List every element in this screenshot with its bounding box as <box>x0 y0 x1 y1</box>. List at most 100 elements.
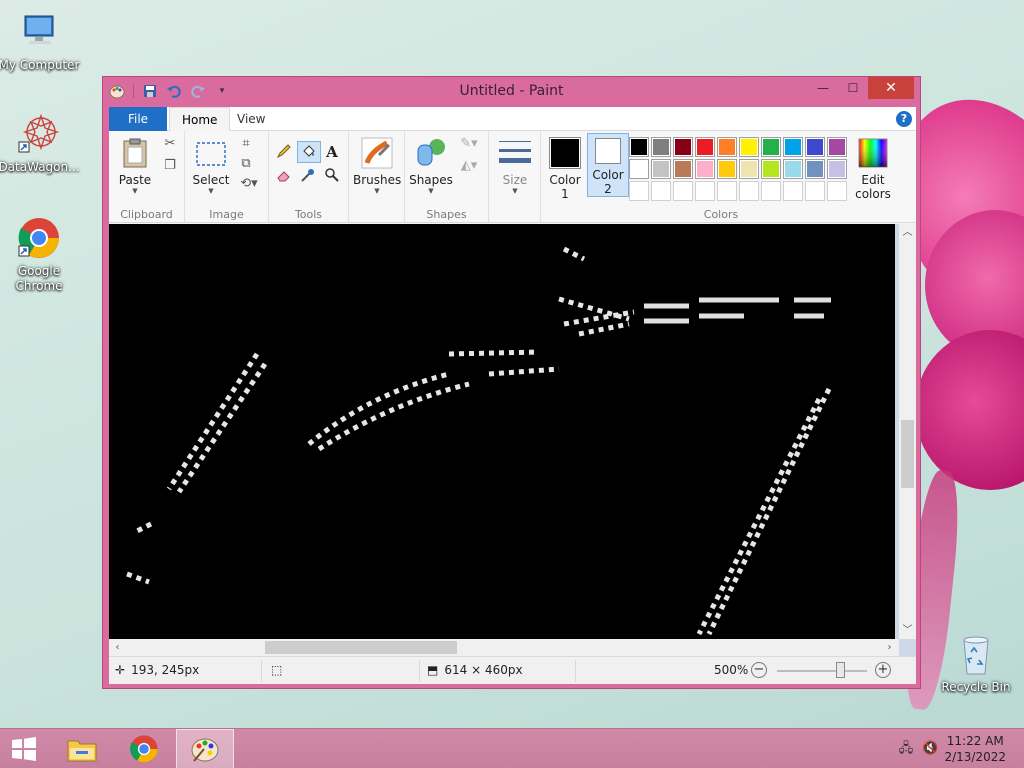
magnifier-icon[interactable] <box>323 167 341 185</box>
fill-icon[interactable] <box>297 141 321 163</box>
tab-home[interactable]: Home <box>169 107 231 132</box>
vertical-scrollbar[interactable]: ︿ ﹀ <box>899 224 916 639</box>
scroll-right-icon[interactable]: › <box>881 639 898 656</box>
chrome-icon <box>17 216 61 260</box>
scroll-left-icon[interactable]: ‹ <box>109 639 126 656</box>
resize-icon[interactable]: ⧉ <box>237 155 255 173</box>
network-icon[interactable]: 🖧 <box>898 741 914 757</box>
palette-swatch[interactable] <box>783 137 803 157</box>
custom-color-slot[interactable] <box>651 181 671 201</box>
desktop-icon-datawagon[interactable]: DataWagon... <box>0 112 81 175</box>
palette-swatch[interactable] <box>805 159 825 179</box>
volume-muted-icon[interactable]: 🔇 <box>922 741 938 757</box>
palette-swatch[interactable] <box>673 137 693 157</box>
palette-swatch[interactable] <box>629 137 649 157</box>
palette-swatch[interactable] <box>739 137 759 157</box>
tab-file[interactable]: File <box>109 107 167 131</box>
color1-button[interactable]: Color 1 <box>545 137 585 201</box>
taskbar-chrome[interactable] <box>116 729 172 768</box>
edit-colors-icon <box>857 137 889 169</box>
palette-swatch[interactable] <box>651 159 671 179</box>
shapes-button[interactable]: Shapes ▼ <box>409 137 453 195</box>
palette-swatch[interactable] <box>717 137 737 157</box>
palette-swatch[interactable] <box>827 159 847 179</box>
desktop-icon-my-computer[interactable]: My Computer <box>0 10 81 73</box>
color-picker-icon[interactable] <box>299 167 317 185</box>
edit-colors-button[interactable]: Edit colors <box>853 137 893 201</box>
palette-swatch[interactable] <box>739 159 759 179</box>
outline-icon[interactable]: ✎▾ <box>457 135 481 153</box>
canvas-area: ︿ ﹀ ‹ › <box>109 224 916 656</box>
fill-shape-icon[interactable]: ◭▾ <box>457 157 481 175</box>
custom-color-slot[interactable] <box>695 181 715 201</box>
maximize-button[interactable]: ☐ <box>838 77 868 99</box>
canvas-size-text: 614 × 460px <box>444 663 523 677</box>
color2-swatch <box>595 138 621 164</box>
select-button[interactable]: Select ▼ <box>191 137 231 195</box>
custom-color-slot[interactable] <box>629 181 649 201</box>
custom-color-slot[interactable] <box>739 181 759 201</box>
crop-icon[interactable]: ⌗ <box>237 135 255 153</box>
minimize-button[interactable]: — <box>808 77 838 99</box>
desktop-icon-google-chrome[interactable]: Google Chrome <box>0 216 81 294</box>
pixel-dashes <box>644 297 831 324</box>
desktop-icon-recycle-bin[interactable]: Recycle Bin <box>934 632 1018 695</box>
cut-icon[interactable]: ✂ <box>161 135 179 153</box>
shapes-icon <box>415 137 447 169</box>
drawing-canvas[interactable] <box>109 224 895 639</box>
zoom-slider-thumb[interactable] <box>836 662 845 678</box>
palette-swatch[interactable] <box>629 159 649 179</box>
scroll-up-icon[interactable]: ︿ <box>899 224 916 241</box>
custom-color-slot[interactable] <box>673 181 693 201</box>
paste-button[interactable]: Paste ▼ <box>115 137 155 195</box>
palette-swatch[interactable] <box>695 137 715 157</box>
custom-color-slot[interactable] <box>827 181 847 201</box>
close-button[interactable]: ✕ <box>868 77 914 99</box>
desktop-icon-label: Recycle Bin <box>941 680 1011 694</box>
group-label-colors: Colors <box>703 208 739 221</box>
clock[interactable]: 11:22 AM 2/13/2022 <box>944 733 1006 765</box>
custom-color-slot[interactable] <box>761 181 781 201</box>
palette-swatch[interactable] <box>673 159 693 179</box>
custom-color-slot[interactable] <box>717 181 737 201</box>
zoom-in-button[interactable]: + <box>875 662 891 678</box>
tab-view[interactable]: View <box>225 107 277 131</box>
rotate-icon[interactable]: ⟲▾ <box>237 175 261 193</box>
palette-swatch[interactable] <box>651 137 671 157</box>
brushes-button[interactable]: Brushes ▼ <box>353 137 401 195</box>
custom-color-slot[interactable] <box>805 181 825 201</box>
palette-swatch[interactable] <box>695 159 715 179</box>
folder-icon <box>67 740 97 762</box>
size-button[interactable]: Size ▼ <box>495 137 535 195</box>
paint-window: ▾ Untitled - Paint — ☐ ✕ File Home View … <box>102 76 921 689</box>
palette-swatch[interactable] <box>761 159 781 179</box>
custom-color-slot[interactable] <box>783 181 803 201</box>
color2-button[interactable]: Color 2 <box>587 133 629 197</box>
windows-logo-icon <box>12 737 36 761</box>
color2-fill <box>596 139 620 163</box>
scroll-down-icon[interactable]: ﹀ <box>899 622 916 639</box>
palette-swatch[interactable] <box>783 159 803 179</box>
select-icon <box>195 137 227 169</box>
palette-swatch[interactable] <box>805 137 825 157</box>
taskbar-paint[interactable] <box>176 729 234 768</box>
palette-swatch[interactable] <box>717 159 737 179</box>
title-bar[interactable]: ▾ Untitled - Paint — ☐ ✕ <box>103 77 920 107</box>
group-label-shapes: Shapes <box>426 208 467 221</box>
taskbar-file-explorer[interactable] <box>54 729 110 768</box>
color1-number: 1 <box>561 187 569 201</box>
text-icon[interactable]: A <box>323 143 341 161</box>
start-button[interactable] <box>0 729 48 768</box>
horizontal-scroll-thumb[interactable] <box>265 641 457 654</box>
copy-icon[interactable]: ❐ <box>161 157 179 175</box>
pencil-icon[interactable] <box>275 143 293 161</box>
zoom-out-button[interactable]: − <box>751 662 767 678</box>
help-icon[interactable]: ? <box>896 111 912 127</box>
palette-swatch[interactable] <box>761 137 781 157</box>
vertical-scroll-thumb[interactable] <box>901 420 914 488</box>
select-dropdown-icon: ▼ <box>208 187 214 195</box>
palette-swatch[interactable] <box>827 137 847 157</box>
eraser-icon[interactable] <box>275 167 293 185</box>
zoom-slider[interactable] <box>777 670 867 672</box>
horizontal-scrollbar[interactable]: ‹ › <box>109 639 899 656</box>
